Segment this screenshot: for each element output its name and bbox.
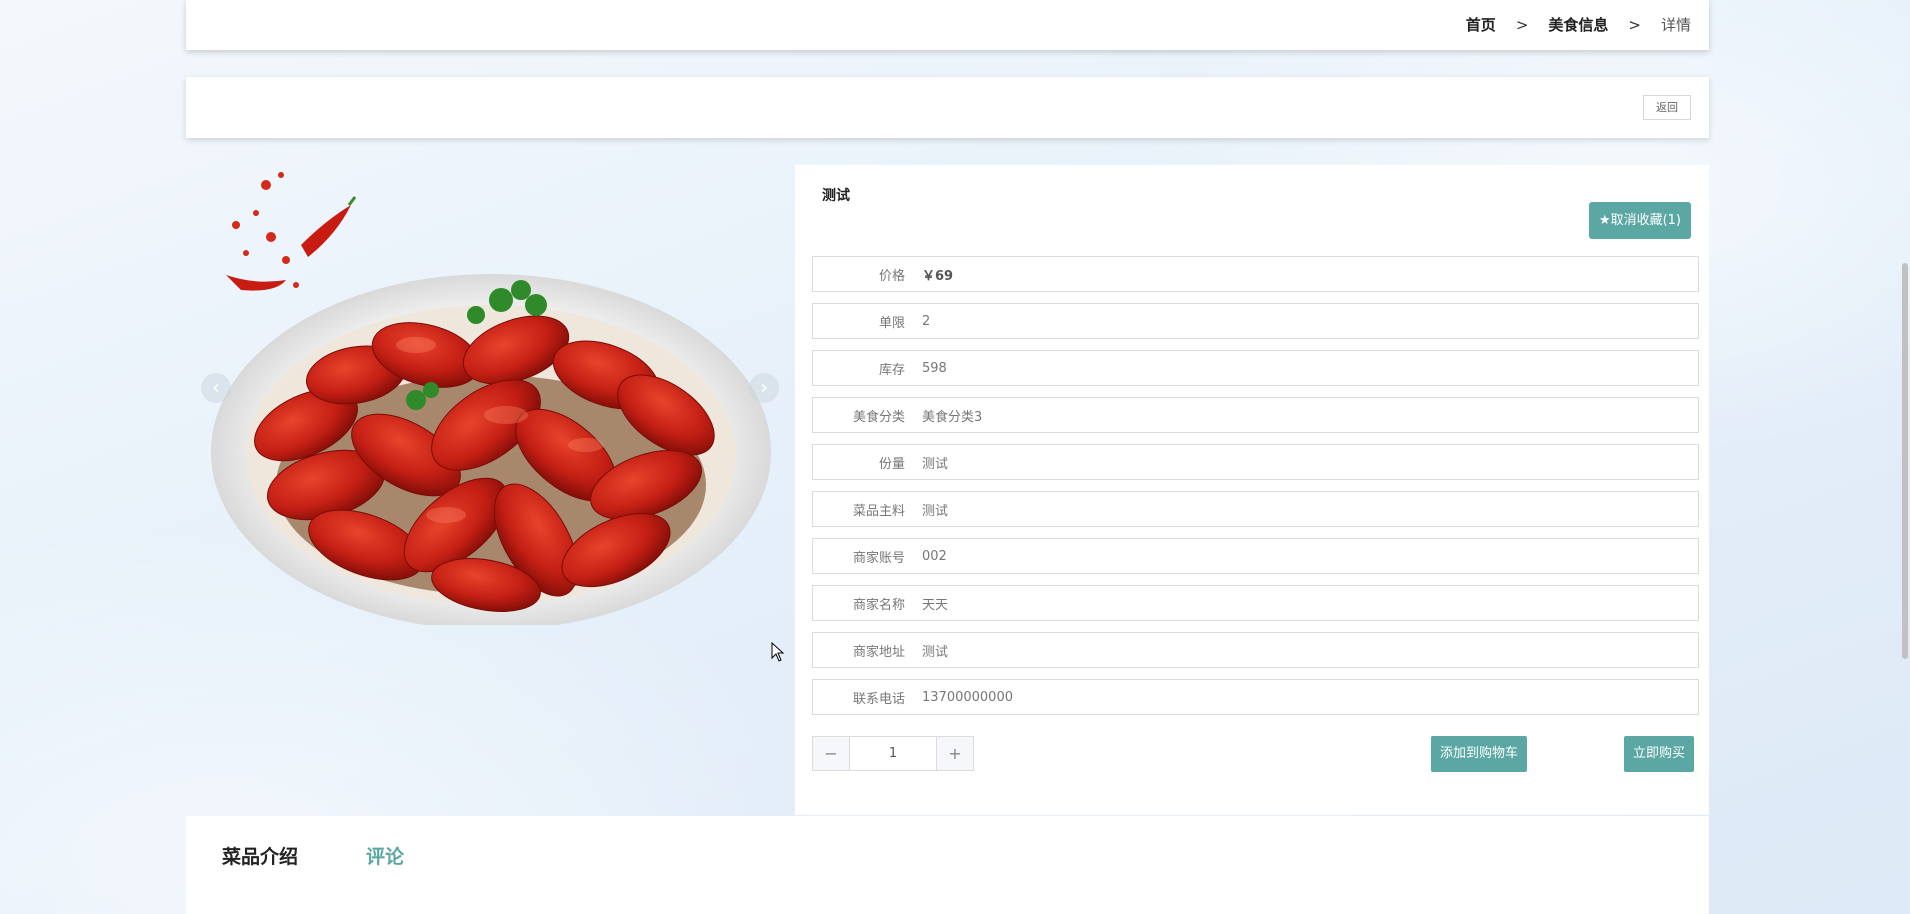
field-value: 美食分类3	[922, 409, 983, 425]
field-row-price: 价格 ￥69	[812, 256, 1699, 292]
field-label: 单限	[878, 315, 905, 331]
tab-comment[interactable]: 评论	[366, 842, 404, 869]
field-row-merchant-account: 商家账号 002	[812, 538, 1699, 574]
quantity-increment-button[interactable]: +	[936, 737, 973, 770]
field-value: 测试	[922, 644, 949, 660]
product-fields: 价格 ￥69 单限 2 库存 598 美食分类 美食分类3 份量 测试 菜品主料…	[812, 256, 1699, 726]
favorite-button[interactable]: ★取消收藏(1)	[1588, 202, 1691, 239]
back-button[interactable]: 返回	[1643, 95, 1691, 120]
gallery-prev-button[interactable]: ‹	[201, 373, 231, 403]
minus-icon: −	[824, 744, 838, 763]
field-value: ￥69	[922, 268, 954, 284]
field-value: 2	[922, 313, 931, 329]
product-image	[211, 172, 771, 630]
chevron-right-icon: ›	[760, 375, 768, 399]
page-scrollbar[interactable]	[1900, 0, 1910, 914]
field-label: 菜品主料	[852, 503, 905, 519]
field-row-phone: 联系电话 13700000000	[812, 679, 1699, 715]
product-title: 测试	[822, 188, 850, 204]
breadcrumb-current: 详情	[1660, 16, 1691, 34]
product-detail-panel: 测试 ★取消收藏(1) 价格 ￥69 单限 2 库存 598 美食分类 美食分类…	[795, 165, 1709, 815]
quantity-stepper: − 1 +	[812, 736, 974, 771]
field-row-merchant-address: 商家地址 测试	[812, 632, 1699, 668]
field-label: 商家名称	[852, 597, 905, 613]
field-row-ingredient: 菜品主料 测试	[812, 491, 1699, 527]
field-label: 份量	[878, 456, 905, 472]
field-value: 13700000000	[922, 689, 1013, 705]
field-label: 商家地址	[852, 644, 905, 660]
field-label: 美食分类	[852, 409, 905, 425]
field-row-portion: 份量 测试	[812, 444, 1699, 480]
field-row-category: 美食分类 美食分类3	[812, 397, 1699, 433]
field-value: 598	[922, 360, 947, 376]
field-value: 测试	[922, 456, 949, 472]
add-to-cart-button[interactable]: 添加到购物车	[1430, 736, 1527, 772]
field-value: 测试	[922, 503, 949, 519]
buy-now-button[interactable]: 立即购买	[1623, 736, 1694, 772]
detail-tabs: 菜品介绍 评论	[186, 816, 1709, 914]
field-value: 002	[922, 548, 947, 564]
quantity-decrement-button[interactable]: −	[813, 737, 850, 770]
field-label: 联系电话	[852, 691, 905, 707]
field-label: 库存	[878, 362, 905, 378]
breadcrumb-home[interactable]: 首页	[1466, 14, 1496, 35]
breadcrumb-separator: >	[1515, 15, 1529, 34]
field-row-merchant-name: 商家名称 天天	[812, 585, 1699, 621]
field-label: 商家账号	[852, 550, 905, 566]
scrollbar-thumb[interactable]	[1902, 263, 1908, 659]
plus-icon: +	[948, 744, 962, 763]
breadcrumb: 首页 > 美食信息 > 详情	[1466, 14, 1691, 35]
breadcrumb-category[interactable]: 美食信息	[1548, 14, 1608, 35]
back-bar: 返回	[186, 77, 1709, 138]
field-value: 天天	[922, 597, 949, 613]
product-gallery: ‹ ›	[186, 165, 794, 815]
field-row-limit: 单限 2	[812, 303, 1699, 339]
mouse-cursor-icon	[771, 642, 785, 662]
field-label: 价格	[878, 268, 905, 284]
breadcrumb-bar: 首页 > 美食信息 > 详情	[186, 0, 1709, 50]
field-row-stock: 库存 598	[812, 350, 1699, 386]
chevron-left-icon: ‹	[212, 375, 220, 399]
breadcrumb-separator: >	[1628, 15, 1641, 34]
gallery-next-button[interactable]: ›	[749, 373, 779, 403]
tab-intro[interactable]: 菜品介绍	[222, 842, 298, 869]
quantity-input[interactable]: 1	[850, 737, 936, 770]
